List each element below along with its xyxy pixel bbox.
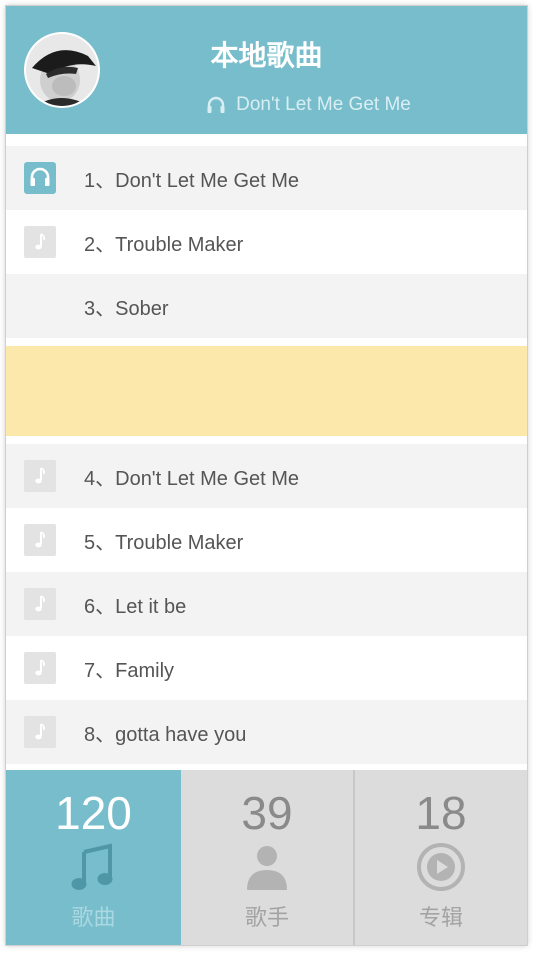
music-note-icon [24,652,56,684]
song-title: 7、Family [84,659,175,682]
tab-artists[interactable]: 39 歌手 [181,770,353,945]
music-note-icon [24,460,56,492]
headphones-icon [24,162,56,194]
song-title: 1、Don't Let Me Get Me [84,169,300,192]
artist-count: 39 [241,787,293,839]
list-item[interactable]: 3、Sober [6,274,527,338]
tab-albums[interactable]: 18 专辑 [355,770,527,945]
music-note-icon [71,843,112,890]
tab-label: 歌手 [244,906,289,931]
page-title: 本地歌曲 [210,39,323,72]
song-title: 2、Trouble Maker [84,233,244,256]
headphones-icon [207,96,225,113]
list-item[interactable]: 7、Family [6,636,527,700]
song-title: 6、Let it be [84,595,187,618]
tab-label: 歌曲 [71,906,116,931]
song-title: 3、Sober [84,297,169,320]
album-count: 18 [415,787,467,839]
music-note-icon [24,588,56,620]
music-note-icon [24,524,56,556]
song-title: 5、Trouble Maker [84,531,244,554]
list-item[interactable]: 2、Trouble Maker [6,210,527,274]
song-title: 4、Don't Let Me Get Me [84,467,300,490]
now-playing-title: Don't Let Me Get Me [236,94,411,115]
music-note-icon [24,716,56,748]
music-note-icon [24,226,56,258]
tab-songs[interactable]: 120 歌曲 [6,770,181,945]
bottom-tab-bar: 120 歌曲 39 歌手 18 专辑 [6,770,527,945]
list-item[interactable]: 6、Let it be [6,572,527,636]
person-icon [247,846,287,890]
list-item[interactable]: 8、gotta have you [6,700,527,764]
list-item[interactable]: 4、Don't Let Me Get Me [6,444,527,508]
play-disc-icon [417,843,465,891]
app-frame: 本地歌曲 Don't Let Me Get Me 1、Don't Let Me … [6,6,527,945]
song-count: 120 [55,787,132,839]
now-playing[interactable]: Don't Let Me Get Me [6,94,527,116]
header: 本地歌曲 Don't Let Me Get Me [6,6,527,134]
highlighted-row[interactable] [6,346,527,436]
tab-label: 专辑 [418,906,463,931]
list-item[interactable]: 1、Don't Let Me Get Me [6,146,527,210]
list-item[interactable]: 5、Trouble Maker [6,508,527,572]
song-title: 8、gotta have you [84,723,247,746]
